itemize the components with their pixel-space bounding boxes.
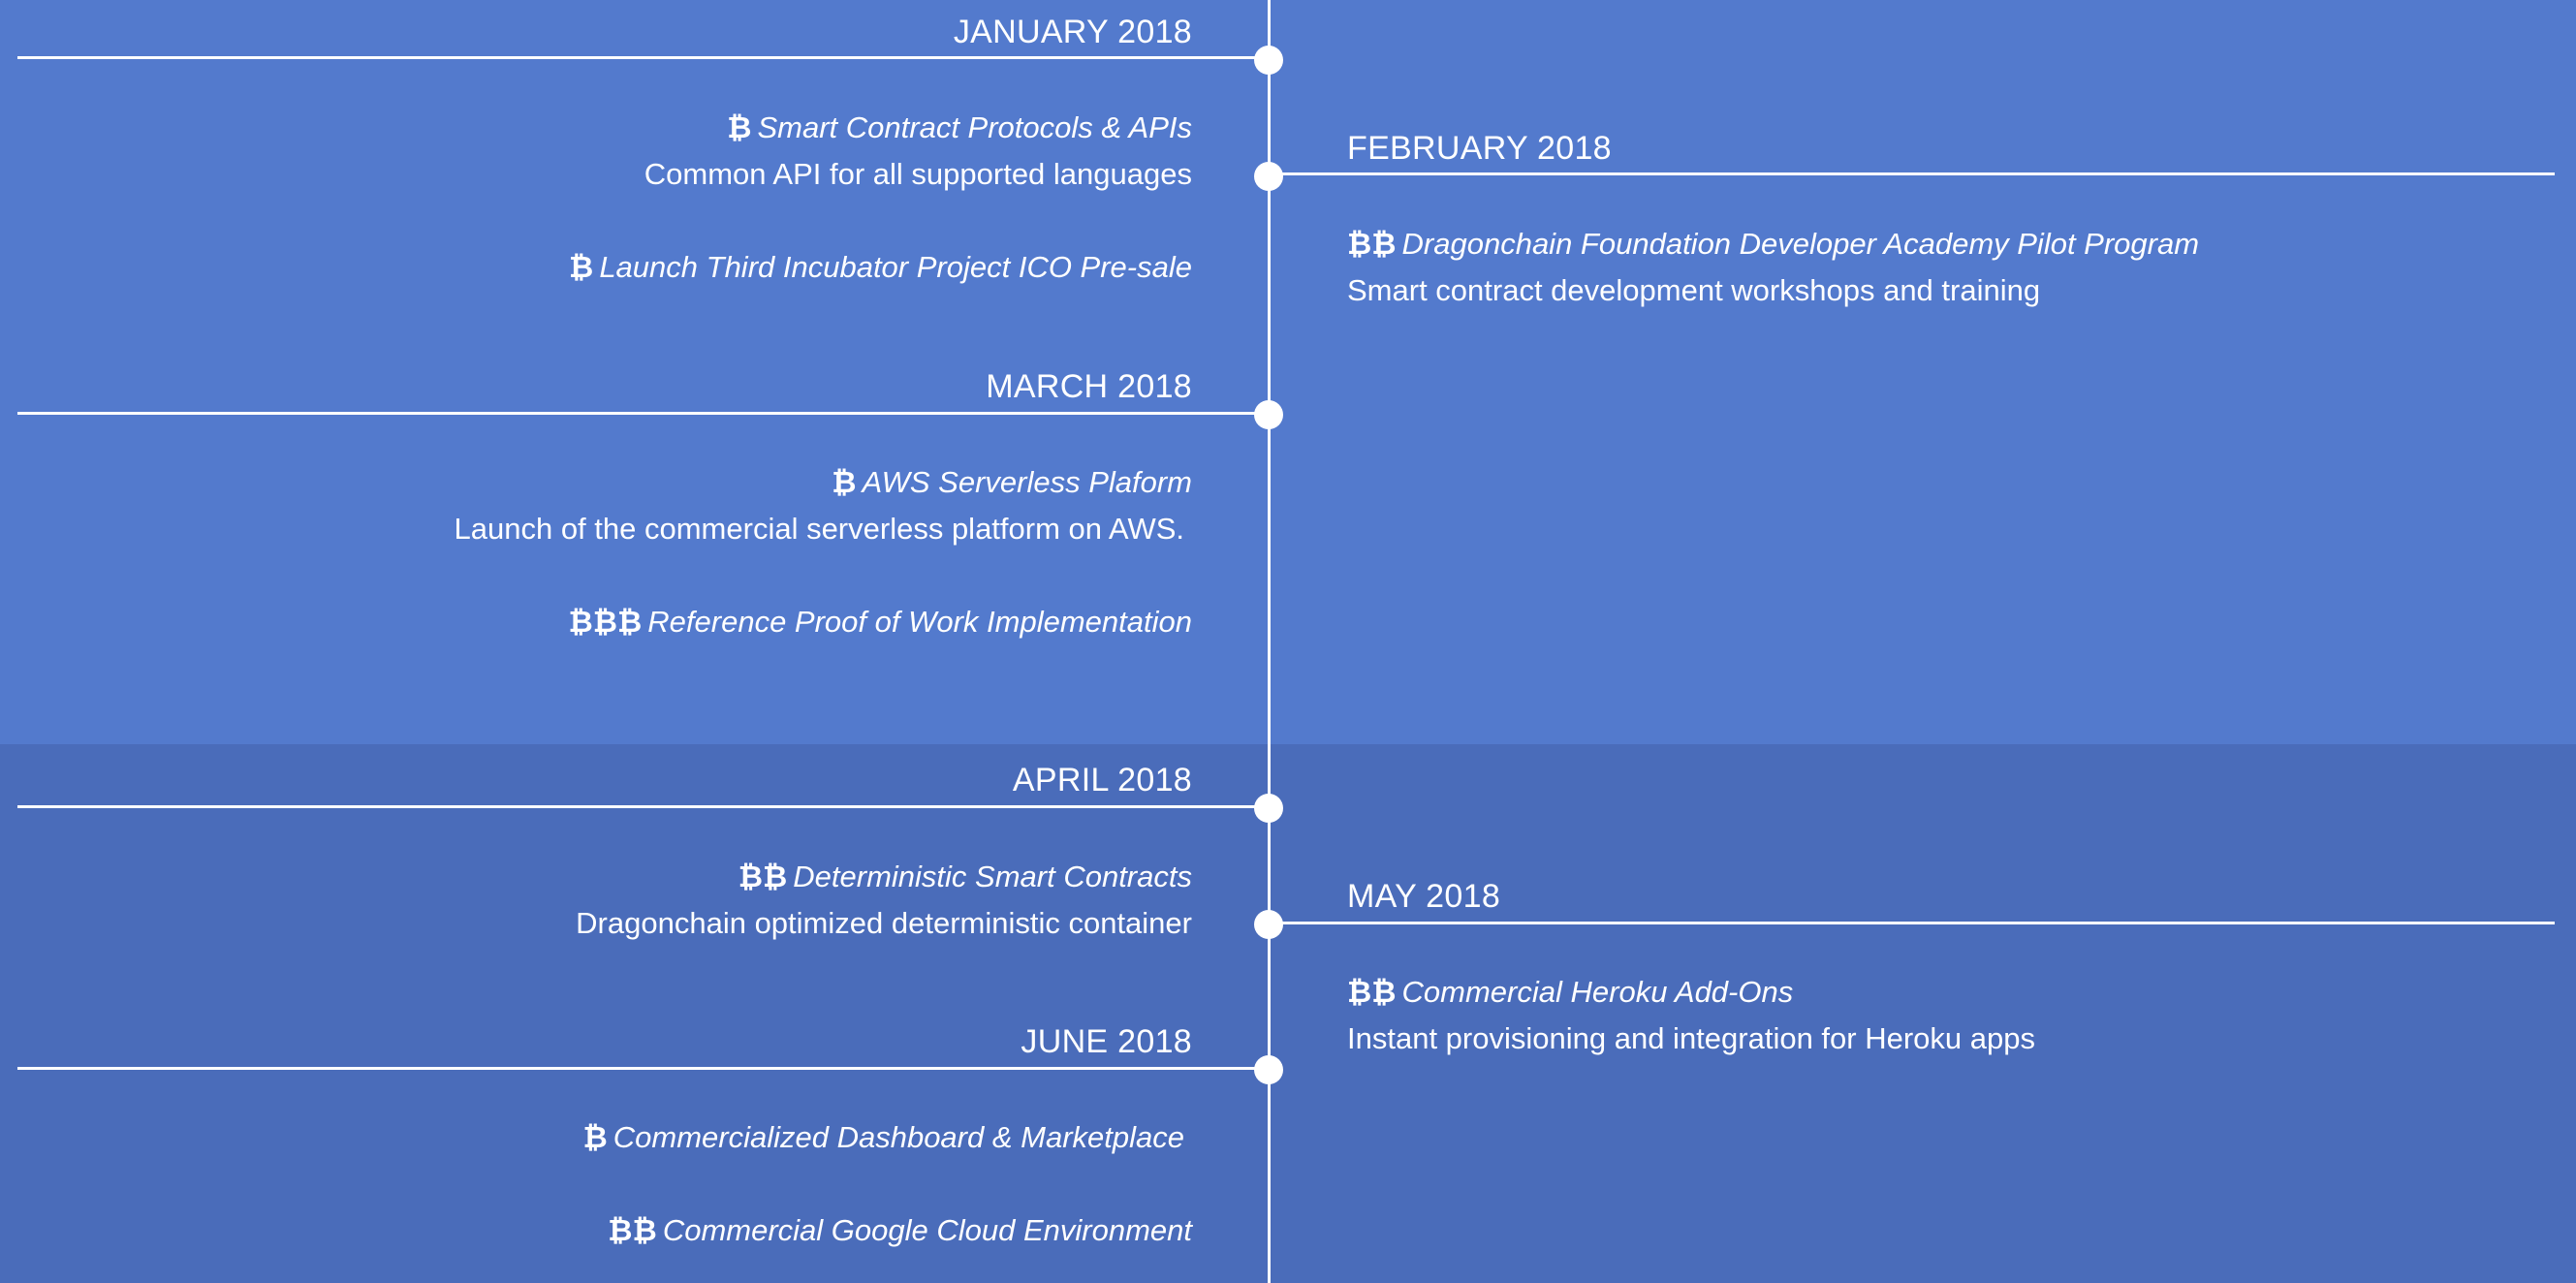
timeline-node-february	[1254, 162, 1283, 191]
milestone-title: ₿ Launch Third Incubator Project ICO Pre-…	[569, 250, 1192, 284]
coin-icons: ₿	[727, 110, 752, 144]
coin-icons: ₿₿	[1347, 975, 1397, 1009]
month-heading-may: MAY 2018	[1347, 878, 1501, 915]
milestone-description: Instant provisioning and integration for…	[1347, 1021, 2035, 1055]
timeline-node-april	[1254, 794, 1283, 823]
milestone-title: ₿₿ Deterministic Smart Contracts	[738, 860, 1192, 893]
month-line-january	[17, 56, 1270, 59]
coin-icons: ₿₿	[738, 860, 788, 893]
milestone-title: ₿₿₿ Reference Proof of Work Implementatio…	[568, 605, 1193, 639]
month-heading-march: MARCH 2018	[986, 368, 1192, 405]
month-heading-april: APRIL 2018	[1012, 762, 1192, 798]
milestone-title: ₿₿ Commercial Google Cloud Environment	[608, 1213, 1192, 1247]
timeline-node-june	[1254, 1055, 1283, 1084]
coin-icons: ₿₿	[1347, 227, 1397, 261]
month-heading-january: JANUARY 2018	[953, 14, 1192, 50]
month-line-april	[17, 805, 1270, 808]
month-line-june	[17, 1067, 1270, 1070]
timeline-node-march	[1254, 400, 1283, 429]
milestone-title: ₿ AWS Serverless Plaform	[832, 465, 1192, 499]
coin-icons: ₿₿	[608, 1213, 657, 1247]
month-heading-february: FEBRUARY 2018	[1347, 130, 1612, 167]
month-line-march	[17, 412, 1270, 415]
timeline-band-bottom	[0, 744, 2576, 1283]
milestone-description: Smart contract development workshops and…	[1347, 273, 2041, 307]
coin-icons: ₿	[832, 465, 857, 499]
timeline-node-january	[1254, 46, 1283, 75]
milestone-description: Common API for all supported languages	[644, 157, 1192, 191]
month-line-february	[1270, 172, 2555, 175]
month-heading-june: JUNE 2018	[1021, 1023, 1192, 1060]
milestone-title: ₿ Commercialized Dashboard & Marketplace	[582, 1120, 1184, 1154]
timeline-node-may	[1254, 910, 1283, 939]
milestone-title: ₿₿ Commercial Heroku Add-Ons	[1347, 975, 1794, 1009]
timeline-axis	[1268, 0, 1271, 1283]
milestone-description: Launch of the commercial serverless plat…	[454, 512, 1185, 546]
coin-icons: ₿₿₿	[568, 605, 643, 639]
timeline-band-top	[0, 0, 2576, 744]
milestone-description: Dragonchain optimized deterministic cont…	[576, 906, 1192, 940]
coin-icons: ₿	[582, 1120, 608, 1154]
month-line-may	[1270, 922, 2555, 924]
coin-icons: ₿	[569, 250, 594, 284]
milestone-title: ₿ Smart Contract Protocols & APIs	[727, 110, 1192, 144]
milestone-title: ₿₿ Dragonchain Foundation Developer Acade…	[1347, 227, 2200, 261]
